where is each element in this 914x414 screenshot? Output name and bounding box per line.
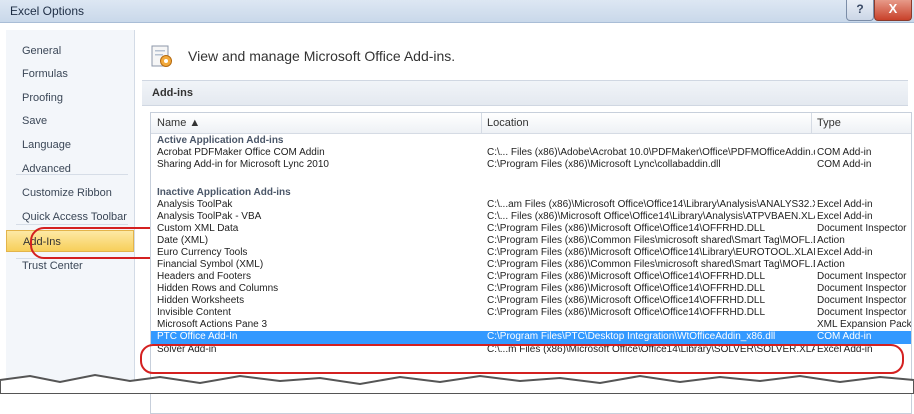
cell-type: COM Add-in bbox=[817, 147, 872, 158]
cell-location: C:\Program Files (x86)\Common Files\micr… bbox=[487, 259, 815, 270]
sidebar-divider bbox=[16, 224, 128, 225]
cell-name: Acrobat PDFMaker Office COM Addin bbox=[157, 147, 325, 158]
table-row[interactable]: Sharing Add-in for Microsoft Lync 2010 C… bbox=[151, 159, 911, 171]
cell-name: Microsoft Actions Pane 3 bbox=[157, 319, 268, 330]
add-ins-panel: View and manage Microsoft Office Add-ins… bbox=[140, 30, 914, 414]
cell-name: PTC Office Add-In bbox=[157, 331, 238, 342]
cell-name: Headers and Footers bbox=[157, 271, 251, 282]
cell-type: Excel Add-in bbox=[817, 199, 873, 210]
table-row[interactable]: Invisible Content C:\Program Files (x86)… bbox=[151, 307, 911, 319]
column-header-name[interactable]: Name ▲ bbox=[157, 117, 200, 129]
cell-type: Document Inspector bbox=[817, 295, 907, 306]
cell-type: COM Add-in bbox=[817, 159, 872, 170]
cell-name: Hidden Worksheets bbox=[157, 295, 245, 306]
column-divider[interactable] bbox=[481, 113, 482, 133]
sidebar-item-formulas[interactable]: Formulas bbox=[6, 63, 134, 85]
cell-name: Date (XML) bbox=[157, 235, 209, 246]
sidebar-item-customize-ribbon[interactable]: Customize Ribbon bbox=[6, 182, 134, 204]
cell-location: C:\Program Files (x86)\Microsoft Office\… bbox=[487, 223, 766, 234]
cell-type: Document Inspector bbox=[817, 223, 907, 234]
sidebar-item-save[interactable]: Save bbox=[6, 110, 134, 132]
cell-location: C:\...am Files (x86)\Microsoft Office\Of… bbox=[487, 199, 815, 210]
cell-type: Action bbox=[817, 259, 845, 270]
window-title: Excel Options bbox=[10, 4, 85, 18]
group-header-inactive: Inactive Application Add-ins bbox=[157, 187, 291, 198]
cell-location: C:\... Files (x86)\Microsoft Office\Offi… bbox=[487, 211, 815, 222]
cell-type: XML Expansion Pack bbox=[817, 319, 911, 330]
cell-location: C:\Program Files (x86)\Microsoft Lync\co… bbox=[487, 159, 721, 170]
cell-location: C:\Program Files (x86)\Microsoft Office\… bbox=[487, 307, 766, 318]
cell-location: C:\Program Files (x86)\Common Files\micr… bbox=[487, 235, 815, 246]
cell-name: Euro Currency Tools bbox=[157, 247, 248, 258]
column-header-location[interactable]: Location bbox=[487, 117, 529, 129]
cell-type: Document Inspector bbox=[817, 307, 907, 318]
options-sidebar: General Formulas Proofing Save Language … bbox=[6, 30, 135, 394]
cell-name: Analysis ToolPak - VBA bbox=[157, 211, 262, 222]
cell-location: C:\Program Files\PTC\Desktop Integration… bbox=[487, 331, 776, 342]
title-bar: Excel Options ? X bbox=[0, 0, 914, 23]
cell-location: C:\Program Files (x86)\Microsoft Office\… bbox=[487, 271, 766, 282]
sidebar-item-proofing[interactable]: Proofing bbox=[6, 87, 134, 109]
close-button[interactable]: X bbox=[874, 0, 912, 21]
sidebar-item-general[interactable]: General bbox=[6, 40, 134, 62]
table-row[interactable]: Analysis ToolPak C:\...am Files (x86)\Mi… bbox=[151, 199, 911, 211]
table-row[interactable]: Financial Symbol (XML) C:\Program Files … bbox=[151, 259, 911, 271]
cell-name: Custom XML Data bbox=[157, 223, 239, 234]
column-header-type[interactable]: Type bbox=[817, 117, 841, 129]
sidebar-item-advanced[interactable]: Advanced bbox=[6, 158, 134, 180]
table-row[interactable]: Custom XML Data C:\Program Files (x86)\M… bbox=[151, 223, 911, 235]
cell-name: Hidden Rows and Columns bbox=[157, 283, 279, 294]
cell-type: Document Inspector bbox=[817, 283, 907, 294]
cell-type: Document Inspector bbox=[817, 271, 907, 282]
table-row[interactable]: Acrobat PDFMaker Office COM Addin C:\...… bbox=[151, 147, 911, 159]
section-label: Add-ins bbox=[152, 87, 193, 99]
cell-location: C:\Program Files (x86)\Microsoft Office\… bbox=[487, 295, 766, 306]
table-row[interactable]: Headers and Footers C:\Program Files (x8… bbox=[151, 271, 911, 283]
page-heading: View and manage Microsoft Office Add-ins… bbox=[188, 48, 456, 64]
cell-type: Excel Add-in bbox=[817, 211, 873, 222]
cell-type: Excel Add-in bbox=[817, 247, 873, 258]
add-ins-section-header: Add-ins bbox=[142, 80, 908, 106]
cell-location: C:\Program Files (x86)\Microsoft Office\… bbox=[487, 247, 815, 258]
table-row[interactable]: Date (XML) C:\Program Files (x86)\Common… bbox=[151, 235, 911, 247]
table-row[interactable]: Hidden Rows and Columns C:\Program Files… bbox=[151, 283, 911, 295]
cell-name: Invisible Content bbox=[157, 307, 231, 318]
cell-type: Action bbox=[817, 235, 845, 246]
cell-name: Financial Symbol (XML) bbox=[157, 259, 264, 270]
sidebar-item-language[interactable]: Language bbox=[6, 134, 134, 156]
group-header-active: Active Application Add-ins bbox=[157, 135, 284, 146]
cell-location: C:\... Files (x86)\Adobe\Acrobat 10.0\PD… bbox=[487, 147, 815, 158]
add-ins-gear-icon bbox=[151, 45, 172, 67]
column-divider[interactable] bbox=[811, 113, 812, 133]
table-row[interactable]: Hidden Worksheets C:\Program Files (x86)… bbox=[151, 295, 911, 307]
table-header: Name ▲ Location Type bbox=[151, 113, 911, 134]
table-row-selected[interactable]: PTC Office Add-In C:\Program Files\PTC\D… bbox=[151, 331, 911, 344]
cell-type: COM Add-in bbox=[817, 331, 872, 342]
table-row[interactable]: Euro Currency Tools C:\Program Files (x8… bbox=[151, 247, 911, 259]
table-row[interactable]: Microsoft Actions Pane 3 XML Expansion P… bbox=[151, 319, 911, 331]
cell-name: Sharing Add-in for Microsoft Lync 2010 bbox=[157, 159, 329, 170]
cell-name: Analysis ToolPak bbox=[157, 199, 233, 210]
table-row[interactable]: Analysis ToolPak - VBA C:\... Files (x86… bbox=[151, 211, 911, 223]
help-button[interactable]: ? bbox=[846, 0, 874, 21]
cell-location: C:\Program Files (x86)\Microsoft Office\… bbox=[487, 283, 766, 294]
sidebar-divider bbox=[16, 174, 128, 175]
highlight-oval-ptc-row bbox=[140, 344, 904, 374]
